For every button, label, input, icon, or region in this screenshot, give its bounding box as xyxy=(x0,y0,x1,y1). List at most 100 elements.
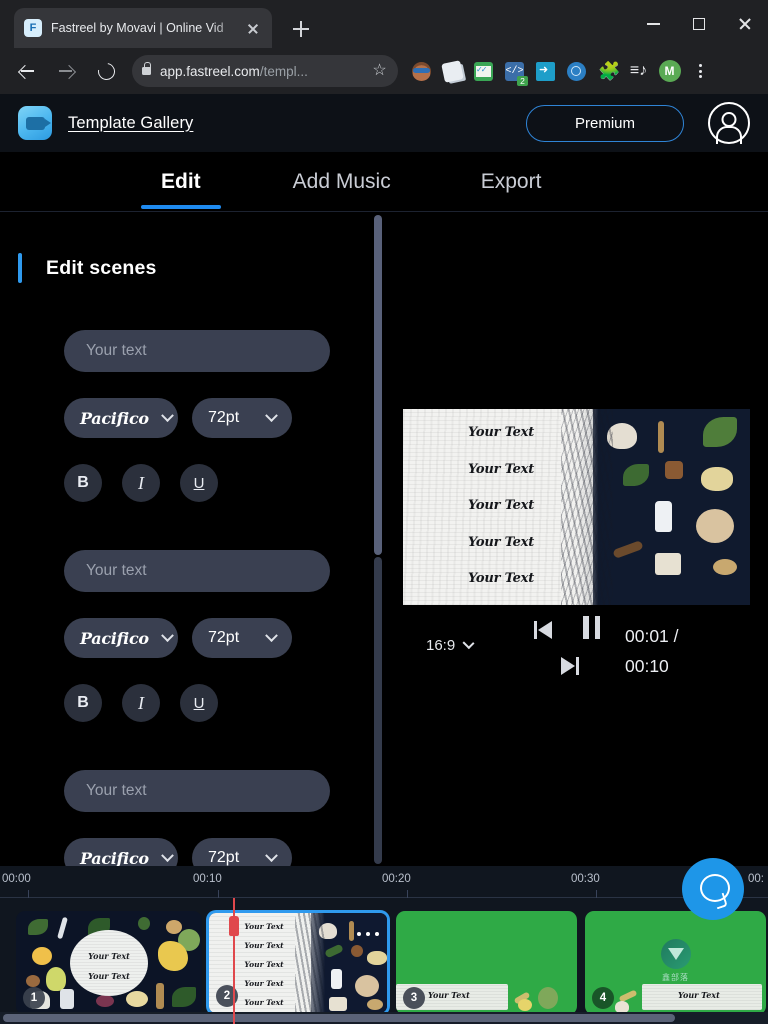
italic-button-1[interactable]: I xyxy=(122,464,160,502)
pause-button[interactable] xyxy=(583,616,600,639)
url-host: app.fastreel.com xyxy=(160,63,260,79)
clip1-nut-decor xyxy=(26,975,40,987)
window-maximize-button[interactable] xyxy=(676,0,722,48)
font-size-dropdown-2[interactable]: 72pt xyxy=(192,618,292,658)
address-bar[interactable]: app.fastreel.com/templ... ☆ xyxy=(132,55,398,87)
italic-button-2[interactable]: I xyxy=(122,684,160,722)
timeline-playhead[interactable] xyxy=(229,898,239,1024)
back-button[interactable] xyxy=(9,54,43,88)
scene-text-input-3[interactable]: Your text xyxy=(64,770,330,812)
tab-export[interactable]: Export xyxy=(475,170,548,209)
chat-support-icon[interactable] xyxy=(682,858,744,920)
chevron-down-icon xyxy=(160,408,174,422)
font-family-dropdown-1[interactable]: Pacifico xyxy=(64,398,178,438)
underline-button-1[interactable]: U xyxy=(180,464,218,502)
clip4-watermark-text: 鑫部落 xyxy=(662,973,689,982)
clip4-text-line-1: Your Text xyxy=(678,990,720,1000)
playback-controls-row: 16:9 00:01 / 00:10 xyxy=(403,613,750,693)
underline-button-2[interactable]: U xyxy=(180,684,218,722)
clip1-herb-decor xyxy=(28,919,48,935)
editor-tabs: Edit Add Music Export xyxy=(0,152,768,212)
clip-number-badge-3: 3 xyxy=(403,987,425,1009)
bookmark-star-icon[interactable]: ☆ xyxy=(371,62,388,80)
playhead-handle[interactable] xyxy=(229,916,239,936)
font-family-dropdown-3[interactable]: Pacifico xyxy=(64,838,178,866)
face-extension-icon[interactable] xyxy=(406,56,437,87)
scene-text-placeholder-3: Your text xyxy=(86,782,147,799)
panel-title-row: Edit scenes xyxy=(0,253,378,283)
panel-vertical-scrollbar[interactable] xyxy=(374,213,382,866)
preview-text-line-2: Your Text xyxy=(467,461,535,477)
search-extension-icon[interactable] xyxy=(561,56,592,87)
clip2-nut-decor xyxy=(351,945,363,957)
tab-close-icon[interactable] xyxy=(242,17,264,39)
browser-tab[interactable]: F Fastreel by Movavi | Online Vid xyxy=(14,8,272,48)
clip3-avocado-decor xyxy=(538,987,558,1009)
timeline-clip-3[interactable]: Your Text 3 xyxy=(396,911,577,1015)
clip1-stick-decor xyxy=(156,983,164,1009)
font-size-dropdown-3[interactable]: 72pt xyxy=(192,838,292,866)
scene-editor-2: Your text Pacifico 72pt B I U xyxy=(0,550,378,722)
clip2-bowl-decor xyxy=(355,975,379,997)
timeline-scrollbar-thumb[interactable] xyxy=(3,1014,675,1022)
scene-font-row-2: Pacifico 72pt xyxy=(64,618,378,658)
chevron-down-icon xyxy=(265,628,278,642)
scene-text-input-1[interactable]: Your text xyxy=(64,330,330,372)
scrollbar-thumb[interactable] xyxy=(374,215,382,555)
ruler-tick-40: 00: xyxy=(748,873,764,885)
next-frame-icon xyxy=(558,655,580,677)
clip-more-options-icon[interactable] xyxy=(357,927,379,941)
scene-font-row-3: Pacifico 72pt xyxy=(64,838,378,866)
aspect-ratio-dropdown[interactable]: 16:9 xyxy=(426,636,475,654)
window-minimize-button[interactable] xyxy=(630,0,676,48)
forward-button[interactable] xyxy=(49,54,83,88)
scene-editor-1: Your text Pacifico 72pt B I U xyxy=(0,330,378,502)
new-tab-button[interactable] xyxy=(288,16,314,42)
video-preview-frame[interactable]: Your Text Your Text Your Text Your Text … xyxy=(403,409,750,605)
bold-button-2[interactable]: B xyxy=(64,684,102,722)
next-frame-button[interactable] xyxy=(558,655,580,677)
salt-shaker-decor xyxy=(655,501,672,532)
fastreel-logo-icon[interactable] xyxy=(18,106,52,140)
kebab-menu-icon[interactable] xyxy=(685,56,716,87)
scene-text-placeholder-1: Your text xyxy=(86,342,147,359)
user-account-icon[interactable] xyxy=(708,102,750,144)
tab-add-music[interactable]: Add Music xyxy=(287,170,397,209)
clip1-text-circle: Your Text Your Text xyxy=(70,930,148,996)
pause-icon xyxy=(583,616,600,639)
previous-frame-button[interactable] xyxy=(533,619,555,641)
mail-extension-icon[interactable] xyxy=(468,56,499,87)
font-size-dropdown-1[interactable]: 72pt xyxy=(192,398,292,438)
preview-dark-background xyxy=(593,409,750,605)
rosemary-decor xyxy=(623,464,649,486)
media-playlist-icon[interactable]: ≡♪ xyxy=(623,56,654,87)
clip1-berry-decor xyxy=(96,995,114,1007)
aspect-ratio-value: 16:9 xyxy=(426,637,456,654)
scrollbar-track[interactable] xyxy=(374,557,382,864)
scene-font-row-1: Pacifico 72pt xyxy=(64,398,378,438)
window-close-button[interactable] xyxy=(722,0,768,48)
premium-button[interactable]: Premium xyxy=(526,104,684,142)
app-header: Template Gallery Premium xyxy=(0,94,768,152)
timecode-current: 00:01 / xyxy=(625,626,679,646)
back-arrow-icon xyxy=(18,63,35,80)
template-gallery-link[interactable]: Template Gallery xyxy=(68,114,193,133)
chevron-down-icon xyxy=(160,848,174,862)
document-export-extension-icon[interactable] xyxy=(530,56,561,87)
chevron-down-icon xyxy=(160,628,174,642)
timeline-horizontal-scrollbar[interactable] xyxy=(0,1012,768,1024)
timeline-clip-4[interactable]: 鑫部落 Your Text 4 xyxy=(585,911,766,1015)
papers-extension-icon[interactable] xyxy=(437,56,468,87)
tab-edit[interactable]: Edit xyxy=(141,170,221,209)
font-family-value-1: Pacifico xyxy=(80,408,149,428)
scene-text-input-2[interactable]: Your text xyxy=(64,550,330,592)
puzzle-extensions-icon[interactable]: 🧩 xyxy=(592,56,623,87)
code-extension-icon[interactable]: </> 2 xyxy=(499,56,530,87)
reload-button[interactable] xyxy=(89,54,123,88)
bold-button-1[interactable]: B xyxy=(64,464,102,502)
timeline-ruler[interactable]: 00:00 00:10 00:20 00:30 00: xyxy=(0,866,768,898)
url-text: app.fastreel.com/templ... xyxy=(160,64,371,79)
timeline-clip-1[interactable]: Your Text Your Text 1 xyxy=(16,911,202,1015)
font-family-dropdown-2[interactable]: Pacifico xyxy=(64,618,178,658)
profile-avatar[interactable]: M xyxy=(654,56,685,87)
